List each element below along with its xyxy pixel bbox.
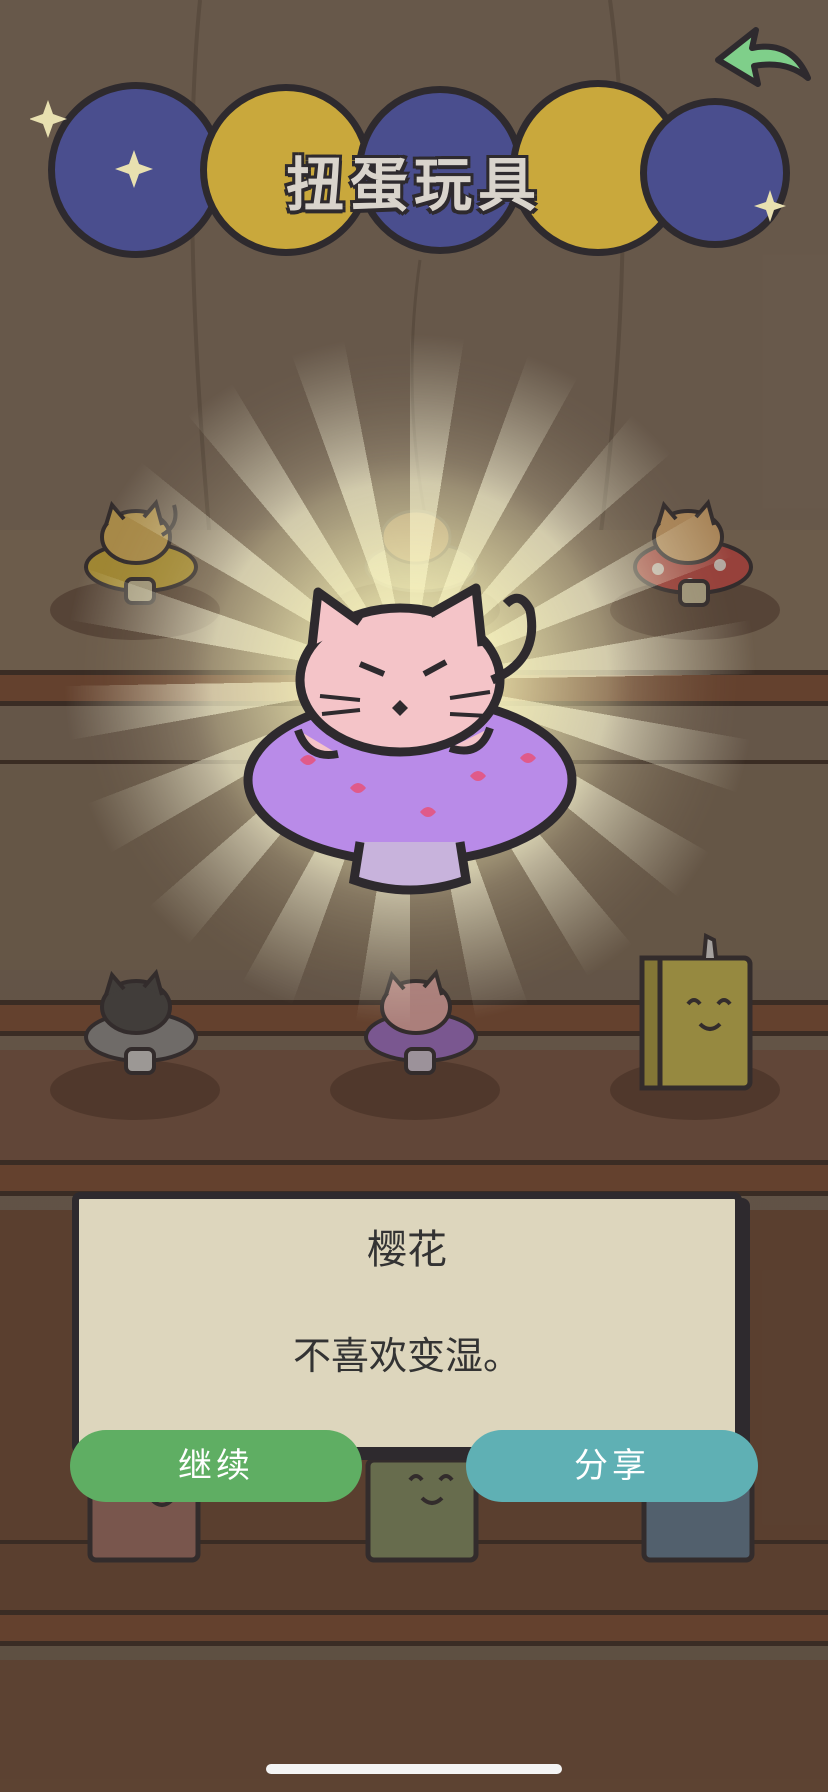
share-button[interactable]: 分享: [466, 1430, 758, 1502]
page-title: 扭蛋玩具: [285, 151, 542, 219]
continue-button[interactable]: 继续: [70, 1430, 362, 1502]
home-indicator[interactable]: [266, 1764, 562, 1774]
item-name: 樱花: [367, 1227, 447, 1273]
hero-cat-mushroom: [243, 583, 577, 895]
item-dialog: 樱花 不喜欢变湿。: [72, 1192, 742, 1454]
game-scene: 扭蛋玩具 樱花 不喜欢变湿。 继续 分享: [0, 0, 828, 1792]
item-description: 不喜欢变湿。: [292, 1334, 521, 1378]
back-arrow-icon[interactable]: [712, 18, 816, 98]
